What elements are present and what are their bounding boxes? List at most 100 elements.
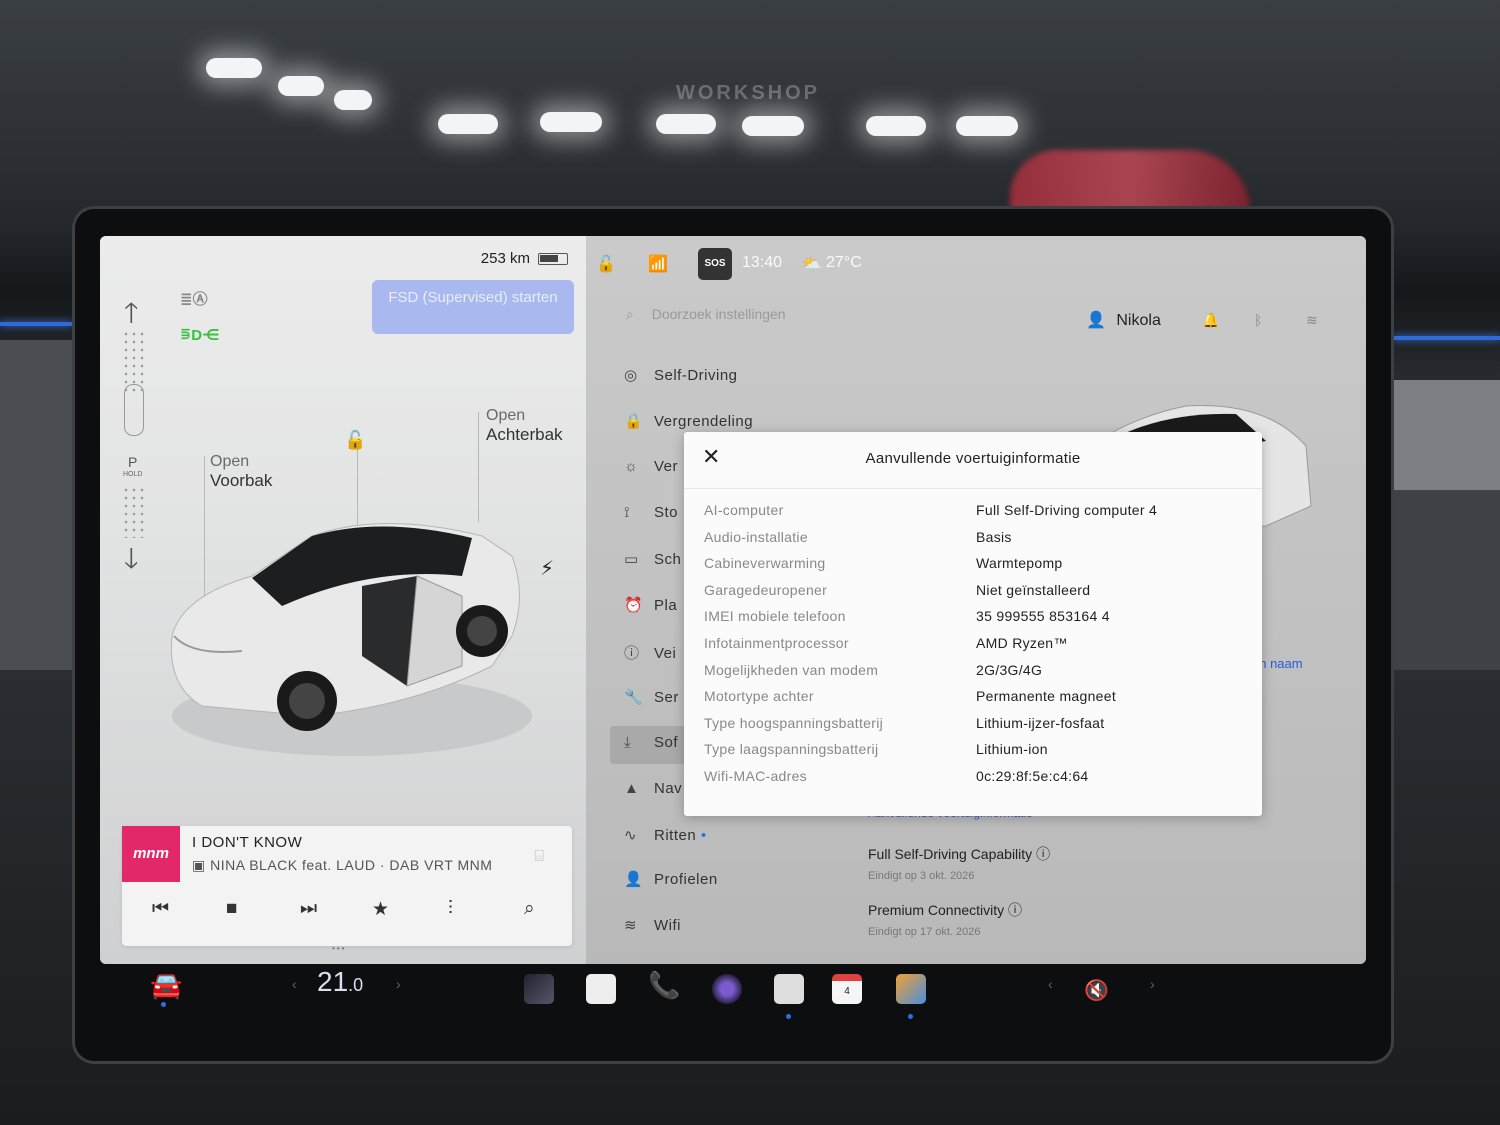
- volume-mute-icon[interactable]: 🔇: [1084, 978, 1109, 1003]
- arrow-down-icon[interactable]: 🡓: [124, 538, 139, 586]
- car-icon[interactable]: 🚘: [150, 970, 182, 1001]
- seat-icon: ⟟: [624, 504, 631, 521]
- gear-park[interactable]: P: [128, 454, 137, 470]
- chevron-left-icon[interactable]: ‹: [292, 976, 297, 992]
- stop-icon[interactable]: ■: [226, 898, 237, 920]
- info-key: Infotainmentprocessor: [704, 635, 849, 651]
- page-indicator: •••: [332, 944, 347, 953]
- menu-item-label: Sto: [654, 504, 679, 521]
- previous-track-icon[interactable]: ⏮: [152, 898, 169, 920]
- navigation-app-icon[interactable]: [524, 974, 554, 1004]
- info-key: Audio-installatie: [704, 528, 808, 545]
- fsd-start-button[interactable]: FSD (Supervised) starten: [372, 280, 574, 334]
- menu-item-6[interactable]: ⓘ Vei: [624, 642, 676, 663]
- trunk-line: [478, 412, 479, 522]
- weather-icon: ⛅: [802, 256, 822, 273]
- wifi-icon[interactable]: ≋: [1306, 312, 1318, 329]
- equalizer-icon[interactable]: ⫶: [448, 898, 453, 920]
- search-input[interactable]: Doorzoek instellingen: [652, 306, 786, 322]
- climate-temperature[interactable]: 21.0: [317, 966, 363, 998]
- gear-hold: HOLD: [123, 471, 143, 478]
- photo-scene: WORKSHOP 253 km FSD (Supervised) starten…: [0, 0, 1500, 1125]
- menu-item-label: Pla: [654, 597, 678, 614]
- info-value: AMD Ryzen™: [976, 635, 1068, 651]
- menu-item-11[interactable]: 👤 Profielen: [624, 870, 718, 888]
- menu-item-label: Ritten: [654, 827, 697, 844]
- car-3d-render: [170, 523, 532, 756]
- info-value: 0c:29:8f:5e:c4:64: [976, 768, 1089, 784]
- menu-item-label: Ver: [654, 458, 679, 475]
- info-key: AI-computer: [704, 502, 784, 518]
- menu-item-7[interactable]: 🔧 Ser: [624, 688, 679, 706]
- menu-item-label: Wifi: [654, 917, 681, 934]
- bell-icon[interactable]: 🔔: [1202, 312, 1219, 329]
- radio-icon: ▣: [192, 857, 206, 873]
- unlock-icon[interactable]: 🔓: [344, 430, 366, 451]
- frunk-button[interactable]: Open Voorbak: [210, 452, 272, 490]
- menu-item-2[interactable]: ☼ Ver: [624, 458, 678, 475]
- menu-item-12[interactable]: ≋ Wifi: [624, 916, 681, 934]
- ambient-light: [0, 322, 72, 326]
- wrench-icon: 🔧: [624, 689, 644, 706]
- menu-item-3[interactable]: ⟟ Sto: [624, 504, 678, 521]
- favorite-star-icon[interactable]: ★: [372, 898, 389, 921]
- menu-item-label: Vei: [654, 645, 677, 662]
- user-profile[interactable]: 👤 Nikola: [1086, 310, 1161, 330]
- info-key: Type laagspanningsbatterij: [704, 741, 879, 758]
- calendar-icon[interactable]: 4: [832, 974, 862, 1004]
- outside-temperature: 27°C: [826, 254, 862, 271]
- menu-item-5[interactable]: ⏰ Pla: [624, 596, 677, 614]
- ceiling-light: [956, 116, 1018, 136]
- vehicle-panel: 253 km FSD (Supervised) starten 🡑 P HOLD…: [100, 236, 586, 964]
- charge-port-icon[interactable]: ⚡: [540, 556, 554, 581]
- gear-selector[interactable]: 🡑 P HOLD 🡓: [118, 294, 150, 594]
- steering-wheel-icon: ◎: [624, 367, 638, 384]
- info-value: Permanente magneet: [976, 688, 1117, 705]
- chevron-right-icon[interactable]: ›: [396, 976, 401, 992]
- parking-light-icon[interactable]: ⋾D⋲: [180, 326, 219, 344]
- next-track-icon[interactable]: ⏭: [300, 898, 317, 920]
- controls-app-icon[interactable]: [774, 974, 804, 1004]
- bluetooth-icon[interactable]: ᛒ: [1254, 312, 1262, 328]
- menu-item-4[interactable]: ▭ Sch: [624, 550, 681, 568]
- phone-icon[interactable]: 📞: [648, 970, 680, 1001]
- info-key: Type hoogspanningsbatterij: [704, 714, 884, 731]
- menu-item-8[interactable]: ⤓ Sof: [624, 734, 678, 751]
- unlocked-icon[interactable]: 🔓: [596, 254, 616, 274]
- chevron-right-icon[interactable]: ›: [1150, 976, 1155, 992]
- search-icon[interactable]: ⌕: [524, 898, 535, 920]
- trunk-button[interactable]: Open Achterbak: [486, 406, 563, 444]
- info-icon: ⓘ: [624, 645, 640, 662]
- menu-item-9[interactable]: ▲ Nav: [624, 780, 682, 797]
- menu-item-label: Ser: [654, 689, 679, 706]
- auto-headlight-icon[interactable]: ≣Ⓐ: [180, 288, 208, 309]
- menu-item-label: Vergrendeling: [654, 413, 754, 430]
- media-player[interactable]: mnm I DON'T KNOW ▣ NINA BLACK feat. LAUD…: [122, 826, 572, 946]
- info-value: Warmtepomp: [976, 555, 1063, 572]
- info-value: Full Self-Driving computer 4: [976, 502, 1158, 518]
- info-key: Mogelijkheden van modem: [704, 661, 879, 678]
- info-icon[interactable]: ⓘ: [1008, 902, 1022, 918]
- menu-item-1[interactable]: 🔒 Vergrendeling: [624, 412, 753, 430]
- dashboard: [1385, 490, 1500, 670]
- energy-app-icon[interactable]: [586, 974, 616, 1004]
- menu-item-10[interactable]: ∿ Ritten •: [624, 826, 707, 844]
- station-logo: mnm: [122, 826, 180, 882]
- toybox-app-icon[interactable]: [896, 974, 926, 1004]
- modal-title: Aanvullende voertuiginformatie: [865, 450, 1081, 467]
- info-icon[interactable]: ⓘ: [1036, 846, 1050, 862]
- chevron-left-icon[interactable]: ‹: [1048, 976, 1053, 992]
- download-icon: ⤓: [624, 734, 632, 751]
- info-value: Basis: [976, 528, 1012, 545]
- sun-icon: ☼: [624, 458, 639, 475]
- sos-button[interactable]: SOS: [698, 248, 732, 280]
- active-dot: [908, 1014, 913, 1019]
- info-key: Cabineverwarming: [704, 555, 826, 572]
- media-source-icon[interactable]: ⌸: [534, 848, 544, 866]
- settings-search[interactable]: ⌕ Doorzoek instellingen: [626, 306, 786, 323]
- menu-item-label: Nav: [654, 780, 683, 797]
- wall-sign: WORKSHOP: [676, 82, 820, 104]
- camera-icon[interactable]: [712, 974, 742, 1004]
- menu-item-0[interactable]: ◎ Self-Driving: [624, 366, 738, 384]
- ceiling-light: [656, 114, 716, 134]
